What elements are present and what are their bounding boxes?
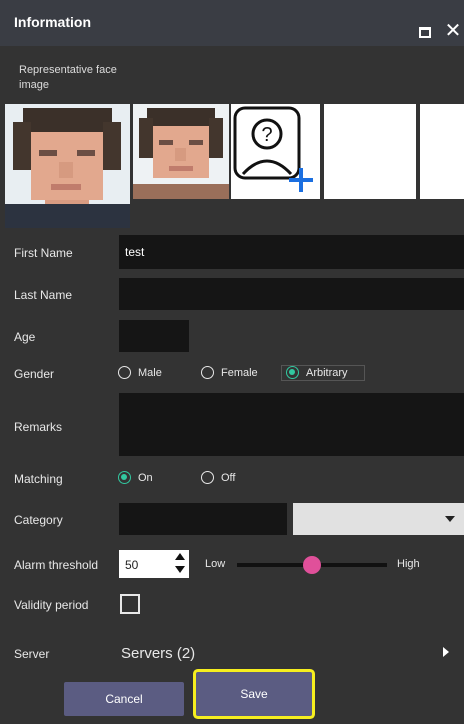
empty-face-slot-2[interactable] — [420, 104, 464, 199]
close-icon[interactable]: ✕ — [444, 21, 462, 41]
category-field[interactable] — [119, 503, 287, 535]
gender-arbitrary-radio[interactable]: Arbitrary — [286, 366, 348, 379]
alarm-threshold-value: 50 — [125, 558, 139, 572]
last-name-field[interactable] — [119, 278, 464, 310]
gender-female-radio[interactable]: Female — [201, 366, 258, 379]
server-label: Server — [14, 647, 50, 661]
validity-period-checkbox[interactable] — [120, 594, 140, 614]
matching-on-label: On — [138, 471, 153, 484]
server-value[interactable]: Servers (2) — [121, 645, 195, 662]
slider-high-label: High — [397, 558, 420, 570]
chevron-down-icon — [445, 516, 455, 522]
radio-circle — [118, 471, 131, 484]
expand-arrow-icon[interactable] — [443, 647, 449, 657]
first-name-label: First Name — [14, 246, 73, 260]
radio-circle — [286, 366, 299, 379]
face-thumbnail-1[interactable] — [5, 104, 130, 228]
title-bar: Information ✕ — [0, 0, 464, 46]
slider-low-label: Low — [205, 558, 226, 570]
face-thumbnail-2[interactable] — [133, 104, 229, 199]
matching-label: Matching — [14, 472, 63, 486]
radio-circle — [118, 366, 131, 379]
maximize-icon[interactable] — [419, 27, 431, 38]
gender-male-radio[interactable]: Male — [118, 366, 162, 379]
representative-face-label: Representative face image — [19, 64, 117, 91]
cancel-button[interactable]: Cancel — [64, 682, 184, 716]
stepper-up-icon[interactable] — [175, 553, 185, 560]
matching-off-label: Off — [221, 471, 236, 484]
gender-male-label: Male — [138, 366, 162, 379]
radio-circle — [201, 471, 214, 484]
radio-circle — [201, 366, 214, 379]
unknown-person-add-icon[interactable]: ? — [231, 104, 320, 199]
remarks-field[interactable] — [119, 393, 464, 456]
gender-female-label: Female — [221, 366, 258, 379]
category-dropdown[interactable] — [293, 503, 464, 535]
svg-text:?: ? — [261, 124, 272, 146]
gender-label: Gender — [14, 367, 55, 381]
first-name-field[interactable] — [119, 235, 464, 269]
age-field[interactable] — [119, 320, 189, 352]
age-label: Age — [14, 330, 36, 344]
remarks-label: Remarks — [14, 420, 63, 434]
validity-period-label: Validity period — [14, 598, 89, 612]
alarm-threshold-slider-thumb[interactable] — [303, 556, 321, 574]
window-title: Information — [14, 14, 91, 30]
matching-on-radio[interactable]: On — [118, 471, 153, 484]
alarm-threshold-label: Alarm threshold — [14, 558, 99, 572]
empty-face-slot-1[interactable] — [324, 104, 416, 199]
stepper-down-icon[interactable] — [175, 566, 185, 573]
save-button[interactable]: Save — [196, 672, 312, 716]
category-label: Category — [14, 513, 63, 527]
face-image-strip: ? — [0, 104, 464, 228]
last-name-label: Last Name — [14, 288, 73, 302]
add-face-slot[interactable]: ? — [231, 104, 320, 199]
matching-off-radio[interactable]: Off — [201, 471, 235, 484]
alarm-threshold-stepper[interactable]: 50 — [119, 550, 189, 578]
gender-arbitrary-label: Arbitrary — [306, 366, 348, 379]
